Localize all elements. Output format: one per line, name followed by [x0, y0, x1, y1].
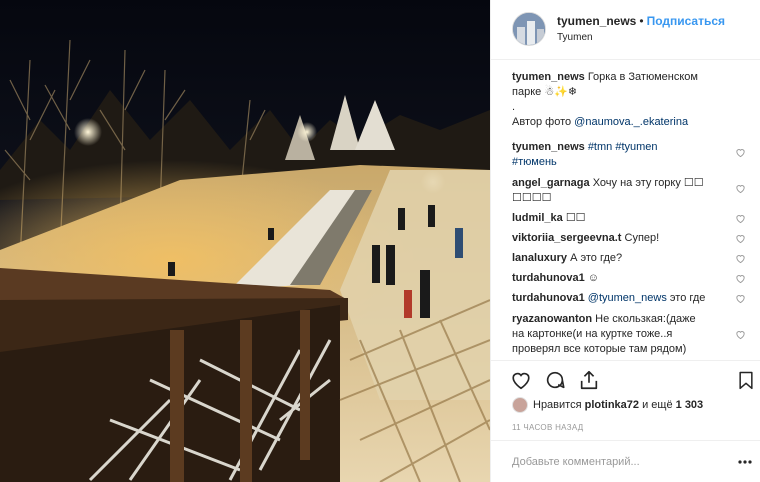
comment-username[interactable]: ryazanowanton: [512, 313, 592, 325]
caption-credit: Автор фото: [512, 116, 572, 128]
comment-input[interactable]: [512, 453, 712, 471]
heart-icon[interactable]: [510, 369, 532, 391]
comment-text: Не скользкая:(даже: [595, 313, 696, 325]
liker-avatar: [512, 397, 528, 413]
caption-text-line1: Горка в Затюменском: [587, 71, 698, 83]
action-bar: [491, 360, 760, 400]
post-side-panel: tyumen_news • Подписаться Tyumen tyumen_ne…: [490, 0, 760, 482]
comment-hashtags[interactable]: #tmn #tyumen: [588, 141, 658, 153]
caption-text-line2: парке: [512, 86, 542, 98]
list-item: tyumen_news #tmn #tyumen #тюмень: [512, 140, 746, 170]
bookmark-icon[interactable]: [736, 369, 756, 391]
winter-park-photo: [0, 0, 490, 482]
comment-text-2: на картонке(и на куртке тоже..я: [512, 328, 673, 340]
list-item: ludmil_ka ☐☐: [512, 211, 746, 226]
comment-text: Супер!: [624, 232, 660, 244]
comment-heart-icon[interactable]: [735, 329, 746, 340]
caption-credit-mention[interactable]: @naumova._.ekaterina: [574, 116, 688, 128]
comment-username[interactable]: ludmil_ka: [512, 212, 563, 224]
list-item: turdahunova1 @tyumen_news это где: [512, 291, 746, 306]
comment-username[interactable]: tyumen_news: [512, 141, 585, 153]
comment-username[interactable]: turdahunova1: [512, 272, 585, 284]
comment-heart-icon[interactable]: [735, 233, 746, 244]
likes-prefix: Нравится: [533, 398, 582, 411]
list-item: viktoriia_sergeevna.t Супер!: [512, 231, 746, 246]
avatar-image: [513, 13, 545, 45]
comment-text: ☐☐: [565, 212, 586, 224]
caption: tyumen_news Горка в Затюменском парке ☃✨…: [512, 70, 744, 130]
comment-icon[interactable]: [544, 369, 566, 391]
separator-dot: •: [639, 14, 644, 28]
comment-text: это где: [669, 292, 706, 304]
comment-username[interactable]: lanaluxury: [512, 252, 567, 264]
liker-username[interactable]: plotinka72: [585, 399, 639, 411]
list-item: ryazanowanton Не скользкая:(даже на карт…: [512, 312, 746, 357]
header-line: tyumen_news • Подписаться: [557, 14, 725, 28]
avatar[interactable]: [512, 12, 546, 46]
comment-heart-icon[interactable]: [735, 253, 746, 264]
comment-text: Хочу на эту горку ☐☐: [592, 177, 704, 189]
comment-text-3: проверял все которые там рядом): [512, 343, 687, 355]
post-username[interactable]: tyumen_news: [557, 14, 636, 28]
caption-emoji: ☃✨❄: [544, 86, 578, 98]
comment-text: ☺: [587, 272, 600, 284]
post-location[interactable]: Tyumen: [557, 32, 593, 43]
comment-username[interactable]: viktoriia_sergeevna.t: [512, 232, 621, 244]
share-icon[interactable]: [578, 369, 600, 391]
comment-heart-icon[interactable]: [735, 147, 746, 158]
comment-username[interactable]: angel_garnaga: [512, 177, 590, 189]
more-icon[interactable]: [737, 455, 753, 469]
list-item: turdahunova1 ☺: [512, 271, 746, 286]
follow-button[interactable]: Подписаться: [647, 14, 725, 28]
caption-username[interactable]: tyumen_news: [512, 71, 585, 83]
comment-text: А это где?: [570, 252, 623, 264]
comment-heart-icon[interactable]: [735, 213, 746, 224]
likes-summary: Нравится plotinka72 и ещё 1 303: [512, 397, 703, 415]
list-item: lanaluxury А это где?: [512, 251, 746, 266]
comment-heart-icon[interactable]: [735, 183, 746, 194]
post-header: tyumen_news • Подписаться Tyumen: [491, 0, 760, 60]
add-comment-bar: [491, 440, 760, 482]
comment-text-2: ☐☐☐☐: [512, 192, 552, 204]
likes-count[interactable]: 1 303: [676, 399, 704, 411]
caption-dot: .: [512, 101, 516, 113]
comment-mention[interactable]: @tyumen_news: [588, 292, 667, 304]
list-item: angel_garnaga Хочу на эту горку ☐☐ ☐☐☐☐: [512, 176, 746, 206]
comment-heart-icon[interactable]: [735, 293, 746, 304]
likes-middle: и ещё: [642, 398, 673, 411]
post-photo[interactable]: [0, 0, 490, 482]
comment-heart-icon[interactable]: [735, 273, 746, 284]
comment-username[interactable]: turdahunova1: [512, 292, 585, 304]
comment-hashtags-2[interactable]: #тюмень: [512, 156, 557, 168]
post-timestamp[interactable]: 11 ЧАСОВ НАЗАД: [512, 423, 583, 432]
